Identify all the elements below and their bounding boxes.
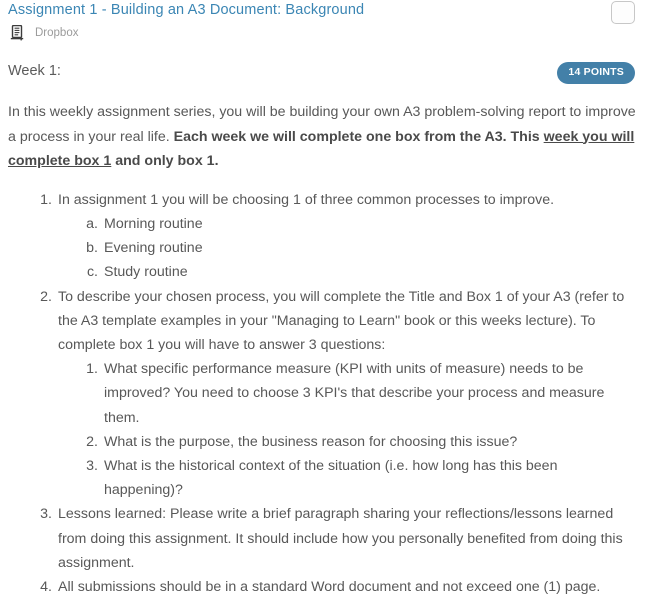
sublist: a. Morning routine b. Evening routine c.… — [8, 212, 631, 285]
list-item: 2. To describe your chosen process, you … — [8, 285, 637, 503]
list-item-text: What is the purpose, the business reason… — [104, 433, 518, 450]
list-item-text: In assignment 1 you will be choosing 1 o… — [58, 191, 555, 208]
assignment-header: Assignment 1 - Building an A3 Document: … — [8, 0, 637, 42]
sublist-wrapper: 1. What specific performance measure (KP… — [8, 357, 631, 502]
intro-paragraph: In this weekly assignment series, you wi… — [8, 100, 637, 174]
list-item: 3. What is the historical context of the… — [8, 454, 631, 502]
sublist-wrapper: a. Morning routine b. Evening routine c.… — [8, 212, 631, 285]
list-item-text: What is the historical context of the si… — [104, 457, 558, 499]
list-item: 1. What specific performance measure (KP… — [8, 357, 631, 430]
list-item: 3. Lessons learned: Please write a brief… — [8, 502, 637, 575]
list-item: a. Morning routine — [8, 212, 631, 236]
list-marker: 4. — [40, 578, 52, 595]
mark-as-done-checkbox[interactable] — [611, 1, 635, 24]
list-item: b. Evening routine — [8, 236, 631, 260]
list-item-text: Evening routine — [104, 240, 203, 257]
week-row: Week 1: 14 POINTS — [8, 60, 637, 86]
assignment-meta: Dropbox — [8, 24, 637, 42]
week-label: Week 1: — [8, 63, 61, 79]
assignment-title-link[interactable]: Assignment 1 - Building an A3 Document: … — [8, 1, 364, 20]
list-marker: 2. — [40, 288, 52, 305]
list-item: 2. What is the purpose, the business rea… — [8, 430, 631, 454]
list-item-text: All submissions should be in a standard … — [58, 578, 601, 595]
list-marker: c. — [86, 264, 98, 281]
points-badge: 14 POINTS — [557, 62, 635, 84]
list-item-text: Study routine — [104, 264, 188, 281]
list-item-text: Lessons learned: Please write a brief pa… — [58, 506, 623, 571]
document-icon — [10, 25, 24, 41]
list-marker: 3. — [40, 506, 52, 523]
sublist: 1. What specific performance measure (KP… — [8, 357, 631, 502]
list-marker: 3. — [86, 457, 98, 474]
intro-text-bold-1: Each week we will complete one box from … — [173, 128, 544, 145]
list-item-text: What specific performance measure (KPI w… — [104, 361, 605, 426]
list-item-text: To describe your chosen process, you wil… — [58, 288, 625, 353]
list-item: c. Study routine — [8, 260, 631, 284]
list-item: 1. In assignment 1 you will be choosing … — [8, 188, 637, 285]
list-item-text: Morning routine — [104, 215, 203, 232]
assignment-page: Assignment 1 - Building an A3 Document: … — [0, 0, 651, 595]
list-marker: b. — [86, 240, 98, 257]
submission-type-label: Dropbox — [35, 27, 79, 39]
list-marker: a. — [86, 215, 98, 232]
list-marker: 1. — [86, 361, 98, 378]
instructions-list: 1. In assignment 1 you will be choosing … — [8, 188, 637, 599]
list-marker: 1. — [40, 191, 52, 208]
list-item: 4. All submissions should be in a standa… — [8, 575, 637, 599]
list-marker: 2. — [86, 433, 98, 450]
intro-text-bold-2: and only box 1. — [111, 153, 219, 169]
